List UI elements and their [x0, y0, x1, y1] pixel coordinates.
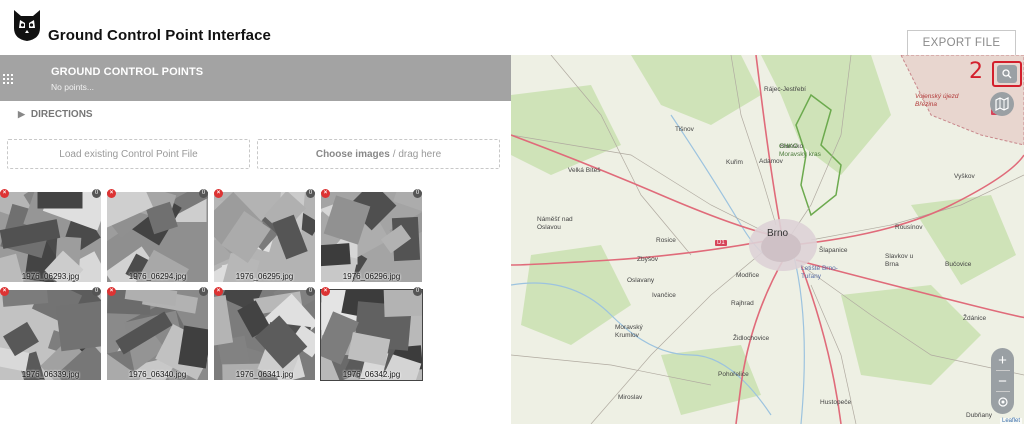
point-count-badge: 0: [92, 189, 101, 198]
directions-toggle[interactable]: ▶ DIRECTIONS: [18, 109, 93, 120]
map-label-zdanice: Ždánice: [963, 315, 987, 322]
image-thumbnail[interactable]: 1976_06295.jpg: [214, 192, 315, 282]
remove-image-icon[interactable]: ×: [214, 189, 223, 198]
map-label-bucovice: Bučovice: [945, 261, 972, 268]
map-label-slapanice: Šlapanice: [819, 247, 848, 254]
map-label-moravsky-krumlov: Moravský Krumlov: [615, 324, 643, 339]
map-label-zidlochovice: Židlochovice: [733, 335, 770, 342]
map-label-rousinov: Rousínov: [895, 224, 923, 231]
map-label-adamov: Adamov: [759, 158, 783, 165]
image-thumbnail[interactable]: 1976_06340.jpg: [107, 290, 208, 380]
map-layers-button[interactable]: [990, 92, 1014, 116]
map-search-button[interactable]: [997, 65, 1017, 83]
map-label-rajec: Rájec-Jestřebí: [764, 86, 806, 93]
map-label-miroslav: Miroslav: [618, 394, 643, 401]
triangle-right-icon: ▶: [18, 109, 25, 119]
map-label-oslavany: Oslavany: [627, 277, 655, 284]
remove-image-icon[interactable]: ×: [321, 287, 330, 296]
locate-button[interactable]: [991, 392, 1014, 412]
annotation-number: 2: [969, 59, 983, 84]
point-count-badge: 0: [413, 287, 422, 296]
aerial-photo: [321, 290, 422, 380]
zoom-in-button[interactable]: +: [991, 350, 1014, 370]
map-label-chko: CHKO Moravský kras: [779, 143, 821, 158]
remove-image-icon[interactable]: ×: [0, 287, 9, 296]
zoom-out-button[interactable]: −: [991, 371, 1014, 391]
map-label-dubnany: Dubňany: [966, 412, 993, 419]
image-thumbnail[interactable]: 1976_06341.jpg: [214, 290, 315, 380]
aerial-photo: [107, 192, 208, 282]
image-filename: 1976_06341.jpg: [235, 370, 294, 379]
aerial-photo: [107, 290, 208, 380]
map-label-namest: Náměšť nad Oslavou: [537, 216, 573, 231]
ground-control-points-bar: GROUND CONTROL POINTS No points...: [0, 55, 511, 101]
map-label-rosice: Rosice: [656, 237, 676, 244]
image-filename: 1976_06340.jpg: [128, 370, 187, 379]
point-count-badge: 0: [92, 287, 101, 296]
image-filename: 1976_06342.jpg: [342, 370, 401, 379]
map-label-slavkov: Slavkov u Brna: [885, 253, 914, 268]
point-count-badge: 0: [199, 287, 208, 296]
directions-label: DIRECTIONS: [30, 109, 93, 120]
image-filename: 1976_06295.jpg: [235, 272, 294, 281]
point-count-badge: 0: [413, 189, 422, 198]
image-filename: 1976_06296.jpg: [342, 272, 401, 281]
image-thumbnail[interactable]: 1976_06342.jpg: [320, 289, 423, 381]
map-label-zbysov: Zbýšov: [637, 256, 658, 263]
app-title: Ground Control Point Interface: [48, 27, 271, 44]
aerial-photo: [214, 290, 315, 380]
map-label-ivancice: Ivančice: [652, 292, 676, 299]
image-filename: 1976_06294.jpg: [128, 272, 187, 281]
locate-icon: [997, 397, 1008, 407]
app-logo: [14, 10, 40, 41]
remove-image-icon[interactable]: ×: [214, 287, 223, 296]
point-count-badge: 0: [306, 189, 315, 198]
gcp-status: No points...: [51, 82, 94, 92]
map-label-tisnov: Tišnov: [675, 126, 694, 133]
image-thumbnail[interactable]: 1976_06293.jpg: [0, 192, 101, 282]
map-label-velka-bites: Velká Bíteš: [568, 167, 601, 174]
map-tiles: [511, 55, 1024, 424]
aerial-photo: [0, 192, 101, 282]
remove-image-icon[interactable]: ×: [107, 287, 116, 296]
image-filename: 1976_06339.jpg: [21, 370, 80, 379]
choose-images-label: Choose images: [315, 148, 390, 160]
point-count-badge: 0: [199, 189, 208, 198]
search-icon: [1002, 69, 1012, 79]
map-label-hustopece: Hustopeče: [820, 399, 852, 406]
map-label-modrice: Modřice: [736, 272, 760, 279]
grid-icon[interactable]: [3, 74, 13, 84]
load-control-point-file-button[interactable]: Load existing Control Point File: [7, 139, 250, 169]
map-attribution[interactable]: Leaflet: [999, 418, 1022, 424]
map-label-brno: Brno: [767, 228, 789, 239]
point-count-badge: 0: [306, 287, 315, 296]
aerial-photo: [0, 290, 101, 380]
map-label-vojensky: Vojenský újezd Březina: [915, 93, 959, 108]
image-thumbnail[interactable]: 1976_06294.jpg: [107, 192, 208, 282]
drag-here-label: / drag here: [392, 148, 442, 160]
search-control-highlight: [992, 61, 1022, 87]
map-label-rajhrad: Rajhrad: [731, 300, 754, 307]
gcp-title: GROUND CONTROL POINTS: [51, 66, 204, 78]
image-thumbnail[interactable]: 1976_06296.jpg: [321, 192, 422, 282]
remove-image-icon[interactable]: ×: [0, 189, 9, 198]
map-view[interactable]: Rájec-Jestřebí Blansko Tišnov Kuřim Adam…: [511, 55, 1024, 424]
map-icon: [995, 97, 1009, 111]
image-thumbnail[interactable]: 1976_06339.jpg: [0, 290, 101, 380]
map-label-letiste: Letiště Brno-Tuřany: [801, 265, 838, 280]
remove-image-icon[interactable]: ×: [321, 189, 330, 198]
image-filename: 1976_06293.jpg: [21, 272, 80, 281]
aerial-photo: [321, 192, 422, 282]
export-file-button[interactable]: EXPORT FILE: [907, 30, 1016, 56]
app-header: Ground Control Point Interface EXPORT FI…: [0, 0, 1024, 56]
map-label-kurim: Kuřim: [726, 159, 743, 166]
choose-images-dropzone[interactable]: Choose images / drag here: [257, 139, 500, 169]
aerial-photo: [214, 192, 315, 282]
map-label-d1: D1: [715, 240, 727, 246]
zoom-controls: + −: [991, 348, 1014, 414]
map-label-vyskov: Vyškov: [954, 173, 975, 180]
map-label-pohorelice: Pohořelice: [718, 371, 749, 378]
remove-image-icon[interactable]: ×: [107, 189, 116, 198]
